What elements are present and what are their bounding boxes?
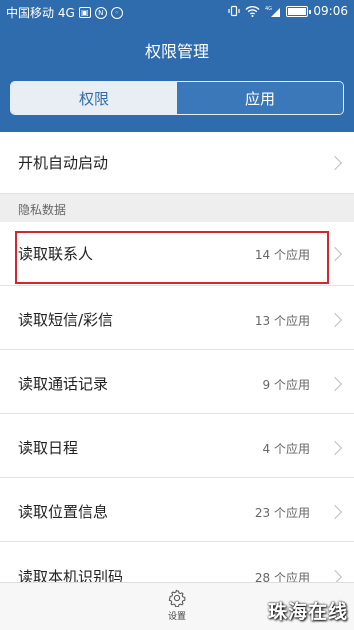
image-icon: ▣ <box>78 7 91 18</box>
tab-apps[interactable]: 应用 <box>177 82 343 114</box>
list-item-autostart[interactable]: 开机自动启动 <box>0 132 354 194</box>
wifi-icon <box>245 5 260 17</box>
list-item-label: 开机自动启动 <box>18 154 109 172</box>
section-header-privacy: 隐私数据 <box>0 194 354 222</box>
chevron-right-icon <box>327 440 343 456</box>
list-item-location[interactable]: 读取位置信息 23 个应用 <box>0 478 354 542</box>
list-item-label: 读取联系人 <box>18 245 94 263</box>
section-title: 隐私数据 <box>18 203 67 217</box>
settings-label: 设置 <box>167 612 186 622</box>
list-item-contacts[interactable]: 读取联系人 14 个应用 <box>0 222 354 286</box>
tab-permissions[interactable]: 权限 <box>11 82 177 114</box>
wechat-icon: ◦ <box>110 6 123 19</box>
app-count: 14 个应用 <box>254 248 310 262</box>
chevron-right-icon <box>327 504 343 520</box>
gear-icon <box>168 589 186 607</box>
list-item-label: 读取位置信息 <box>18 503 109 521</box>
app-count: 13 个应用 <box>254 314 310 328</box>
list-item-label: 读取通话记录 <box>18 375 109 393</box>
carrier-label: 中国移动 4G <box>6 6 75 20</box>
battery-icon <box>286 5 312 17</box>
chevron-right-icon <box>327 312 343 328</box>
chevron-right-icon <box>327 155 343 171</box>
watermark: 珠海在线 <box>267 601 348 623</box>
clock: 09:06 <box>313 4 348 18</box>
list-item-label: 读取日程 <box>18 439 79 457</box>
settings-button[interactable]: 设置 <box>160 589 194 622</box>
vibrate-icon <box>228 5 241 17</box>
page-title: 权限管理 <box>144 42 209 61</box>
signal-icon: 4G <box>265 5 281 17</box>
app-header: 中国移动 4G ▣ N ◦ 4G 09:06 权限管理 权限 应用 <box>0 0 354 132</box>
app-count: 9 个应用 <box>262 378 310 392</box>
list-item-label: 读取短信/彩信 <box>18 311 114 329</box>
svg-text:4G: 4G <box>265 6 272 12</box>
app-count: 4 个应用 <box>262 442 310 456</box>
list-item-call-log[interactable]: 读取通话记录 9 个应用 <box>0 350 354 414</box>
notification-n-icon: N <box>94 6 107 19</box>
list-item-calendar[interactable]: 读取日程 4 个应用 <box>0 414 354 478</box>
list-item-sms[interactable]: 读取短信/彩信 13 个应用 <box>0 286 354 350</box>
chevron-right-icon <box>327 246 343 262</box>
app-count: 23 个应用 <box>254 506 310 520</box>
chevron-right-icon <box>327 376 343 392</box>
segmented-tabs: 权限 应用 <box>10 81 344 115</box>
status-bar: 中国移动 4G ▣ N ◦ 4G 09:06 <box>0 0 354 24</box>
